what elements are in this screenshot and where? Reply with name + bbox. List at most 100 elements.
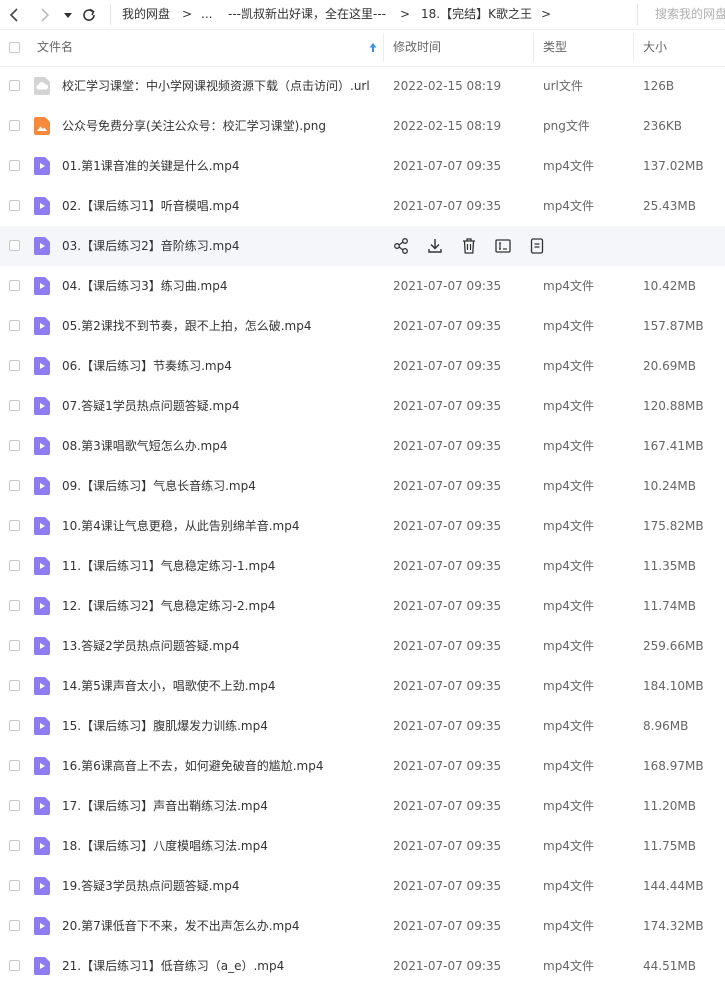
history-dropdown-button[interactable] [61,6,75,24]
file-name[interactable]: 14.第5课声音太小，唱歌使不上劲.mp4 [62,666,275,706]
file-row[interactable]: 20.第7课低音下不来，发不出声怎么办.mp4 2021-07-07 09:35 m… [0,906,725,946]
column-header-modified[interactable]: 修改时间 [393,29,441,66]
file-name[interactable]: 21.【课后练习1】低音练习（a_e）.mp4 [62,946,284,986]
row-checkbox[interactable] [9,80,20,91]
breadcrumb-item-root[interactable]: 我的网盘 [122,0,170,29]
video-file-icon [34,277,50,295]
file-row[interactable]: 校汇学习课堂：中小学网课视频资源下载（点击访问）.url 2022-02-15 0… [0,66,725,106]
row-checkbox[interactable] [9,480,20,491]
file-row[interactable]: 09.【课后练习】气息长音练习.mp4 2021-07-07 09:35 mp4文件… [0,466,725,506]
row-checkbox[interactable] [9,960,20,971]
file-row[interactable]: 08.第3课唱歌气短怎么办.mp4 2021-07-07 09:35 mp4文件 16… [0,426,725,466]
video-file-icon [34,317,50,335]
file-name[interactable]: 校汇学习课堂：中小学网课视频资源下载（点击访问）.url [62,66,370,106]
row-checkbox[interactable] [9,680,20,691]
file-name[interactable]: 09.【课后练习】气息长音练习.mp4 [62,466,256,506]
select-all-checkbox[interactable] [9,42,20,53]
row-checkbox[interactable] [9,560,20,571]
back-button[interactable] [6,6,24,24]
file-row[interactable]: 01.第1课音准的关键是什么.mp4 2021-07-07 09:35 mp4文件 1… [0,146,725,186]
file-row[interactable]: 02.【课后练习1】听音模唱.mp4 2021-07-07 09:35 mp4文件 2… [0,186,725,226]
file-modified-time: 2021-07-07 09:35 [393,839,502,853]
search-input[interactable]: 搜索我的网盘 [655,0,725,29]
file-name[interactable]: 06.【课后练习】节奏练习.mp4 [62,346,232,386]
share-button[interactable] [391,236,411,256]
file-row[interactable]: 18.【课后练习】八度模唱练习法.mp4 2021-07-07 09:35 mp4文… [0,826,725,866]
row-checkbox[interactable] [9,760,20,771]
file-name[interactable]: 03.【课后练习2】音阶练习.mp4 [62,226,239,266]
delete-button[interactable] [459,236,479,256]
file-row[interactable]: 17.【课后练习】声音出鞘练习法.mp4 2021-07-07 09:35 mp4文… [0,786,725,826]
row-checkbox[interactable] [9,280,20,291]
file-name[interactable]: 11.【课后练习1】气息稳定练习-1.mp4 [62,546,275,586]
row-checkbox[interactable] [9,200,20,211]
more-button[interactable] [527,236,547,256]
row-checkbox[interactable] [9,320,20,331]
row-checkbox[interactable] [9,360,20,371]
file-row[interactable]: 04.【课后练习3】练习曲.mp4 2021-07-07 09:35 mp4文件 10… [0,266,725,306]
row-checkbox[interactable] [9,840,20,851]
column-header-type[interactable]: 类型 [543,29,567,66]
file-name[interactable]: 10.第4课让气息更稳，从此告别绵羊音.mp4 [62,506,299,546]
file-type: mp4文件 [543,159,594,173]
file-name[interactable]: 19.答疑3学员热点问题答疑.mp4 [62,866,239,906]
row-checkbox[interactable] [9,120,20,131]
file-row[interactable]: 15.【课后练习】腹肌爆发力训练.mp4 2021-07-07 09:35 mp4文… [0,706,725,746]
file-row[interactable]: 14.第5课声音太小，唱歌使不上劲.mp4 2021-07-07 09:35 mp4… [0,666,725,706]
row-checkbox[interactable] [9,640,20,651]
file-size: 10.42MB [643,279,696,293]
file-name[interactable]: 05.第2课找不到节奏，跟不上拍，怎么破.mp4 [62,306,311,346]
file-row[interactable]: 07.答疑1学员热点问题答疑.mp4 2021-07-07 09:35 mp4文件 1… [0,386,725,426]
file-name[interactable]: 15.【课后练习】腹肌爆发力训练.mp4 [62,706,268,746]
refresh-button[interactable] [80,6,98,24]
file-row[interactable]: 03.【课后练习2】音阶练习.mp4 [0,226,725,266]
row-checkbox[interactable] [9,400,20,411]
file-row[interactable]: 19.答疑3学员热点问题答疑.mp4 2021-07-07 09:35 mp4文件 1… [0,866,725,906]
file-name[interactable]: 01.第1课音准的关键是什么.mp4 [62,146,239,186]
file-row[interactable]: 16.第6课高音上不去，如何避免破音的尴尬.mp4 2021-07-07 09:3… [0,746,725,786]
file-name[interactable]: 公众号免费分享(关注公众号：校汇学习课堂).png [62,106,326,146]
file-row[interactable]: 13.答疑2学员热点问题答疑.mp4 2021-07-07 09:35 mp4文件 2… [0,626,725,666]
column-divider[interactable] [533,33,534,62]
row-checkbox[interactable] [9,520,20,531]
file-size: 11.20MB [643,799,696,813]
share-icon [391,238,411,259]
column-divider[interactable] [633,33,634,62]
file-name[interactable]: 17.【课后练习】声音出鞘练习法.mp4 [62,786,268,826]
row-checkbox[interactable] [9,160,20,171]
file-row[interactable]: 10.第4课让气息更稳，从此告别绵羊音.mp4 2021-07-07 09:35 m… [0,506,725,546]
file-name[interactable]: 20.第7课低音下不来，发不出声怎么办.mp4 [62,906,299,946]
row-checkbox[interactable] [9,240,20,251]
row-checkbox[interactable] [9,880,20,891]
row-checkbox[interactable] [9,440,20,451]
row-checkbox[interactable] [9,600,20,611]
file-row[interactable]: 11.【课后练习1】气息稳定练习-1.mp4 2021-07-07 09:35 mp… [0,546,725,586]
row-checkbox[interactable] [9,920,20,931]
file-name[interactable]: 12.【课后练习2】气息稳定练习-2.mp4 [62,586,275,626]
file-name[interactable]: 07.答疑1学员热点问题答疑.mp4 [62,386,239,426]
file-name[interactable]: 18.【课后练习】八度模唱练习法.mp4 [62,826,268,866]
breadcrumb-item-folder[interactable]: ---凯叔新出好课，全在这里--- [228,0,386,29]
forward-button[interactable] [35,6,53,24]
more-icon [527,238,547,259]
file-name[interactable]: 16.第6课高音上不去，如何避免破音的尴尬.mp4 [62,746,323,786]
download-button[interactable] [425,236,445,256]
breadcrumb-item-current[interactable]: 18.【完结】K歌之王 [421,0,532,29]
file-row[interactable]: 05.第2课找不到节奏，跟不上拍，怎么破.mp4 2021-07-07 09:35… [0,306,725,346]
row-checkbox[interactable] [9,720,20,731]
breadcrumb-item-ellipsis[interactable]: ... [201,0,212,29]
file-row[interactable]: 12.【课后练习2】气息稳定练习-2.mp4 2021-07-07 09:35 mp… [0,586,725,626]
sort-arrow-up-icon[interactable] [368,29,378,66]
column-header-name[interactable]: 文件名 [37,29,73,66]
file-name[interactable]: 13.答疑2学员热点问题答疑.mp4 [62,626,239,666]
row-checkbox[interactable] [9,800,20,811]
file-row[interactable]: 21.【课后练习1】低音练习（a_e）.mp4 2021-07-07 09:35 m… [0,946,725,986]
file-name[interactable]: 04.【课后练习3】练习曲.mp4 [62,266,227,306]
column-header-size[interactable]: 大小 [643,29,667,66]
file-name[interactable]: 08.第3课唱歌气短怎么办.mp4 [62,426,227,466]
rename-button[interactable] [493,236,513,256]
file-row[interactable]: 公众号免费分享(关注公众号：校汇学习课堂).png 2022-02-15 08:1… [0,106,725,146]
file-name[interactable]: 02.【课后练习1】听音模唱.mp4 [62,186,239,226]
column-divider[interactable] [383,33,384,62]
file-row[interactable]: 06.【课后练习】节奏练习.mp4 2021-07-07 09:35 mp4文件 20… [0,346,725,386]
